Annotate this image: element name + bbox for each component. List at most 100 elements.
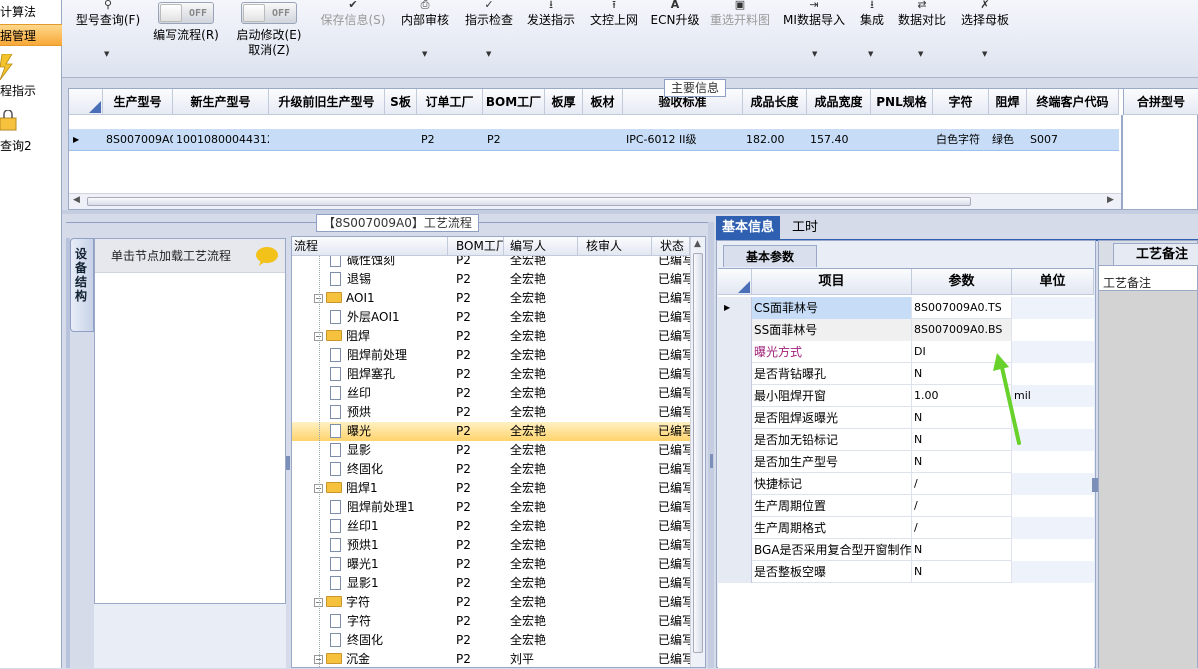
tree-row[interactable]: 曝光 P2 全宏艳 已编写 xyxy=(292,422,690,441)
row-indicator[interactable] xyxy=(718,473,752,495)
param-row[interactable]: SS面菲林号 8S007009A0.BS xyxy=(718,319,1094,341)
tree-row[interactable]: 阻焊塞孔 P2 全宏艳 已编写 xyxy=(292,365,690,384)
tree-row[interactable]: −沉金 P2 刘平 已编写 xyxy=(292,650,690,667)
param-value-field[interactable]: N xyxy=(912,539,1012,561)
tree-node[interactable]: 曝光 xyxy=(292,422,448,441)
notes-textarea[interactable] xyxy=(1099,291,1197,669)
param-value-field[interactable]: / xyxy=(912,517,1012,539)
ecn-upgrade-button[interactable]: A ECN升级 xyxy=(650,0,700,62)
vertical-scrollbar[interactable]: ▲ xyxy=(690,237,705,667)
tree-row[interactable]: −阻焊1 P2 全宏艳 已编写 xyxy=(292,479,690,498)
row-indicator[interactable] xyxy=(718,341,752,363)
tree-node[interactable]: 曝光1 xyxy=(292,555,448,574)
scroll-right-icon[interactable]: ▶ xyxy=(1107,195,1114,205)
tree-row[interactable]: 阻焊前处理 P2 全宏艳 已编写 xyxy=(292,346,690,365)
tree-row[interactable]: 曝光1 P2 全宏艳 已编写 xyxy=(292,555,690,574)
tab-basic-params[interactable]: 基本参数 xyxy=(723,245,817,267)
param-row[interactable]: 曝光方式 DI xyxy=(718,341,1094,363)
tree-node[interactable]: 阻焊前处理 xyxy=(292,346,448,365)
param-row[interactable]: 是否整板空曝 N xyxy=(718,561,1094,583)
column-header[interactable]: 字符 xyxy=(933,89,989,115)
param-row[interactable]: 是否背钻曝孔 N xyxy=(718,363,1094,385)
send-instruction-button[interactable]: ⭳ 发送指示 xyxy=(525,0,577,62)
toggle-switch[interactable]: OFF xyxy=(241,2,297,24)
row-indicator[interactable] xyxy=(718,539,752,561)
tree-row[interactable]: 阻焊前处理1 P2 全宏艳 已编写 xyxy=(292,498,690,517)
side-column-header[interactable]: 合拼型号 xyxy=(1123,89,1198,115)
scrollbar-thumb[interactable] xyxy=(87,197,971,206)
tree-node[interactable]: 显影1 xyxy=(292,574,448,593)
column-header[interactable]: 单位 xyxy=(1012,269,1094,295)
column-header[interactable]: 流程 xyxy=(292,237,448,256)
notes-body[interactable]: 工艺备注 xyxy=(1099,265,1197,669)
param-row[interactable]: 是否加无铅标记 N xyxy=(718,429,1094,451)
param-value-field[interactable]: N xyxy=(912,561,1012,583)
column-header[interactable]: 新生产型号 xyxy=(173,89,269,115)
tree-node[interactable]: − AOI1 xyxy=(292,289,448,308)
tab-basic-info[interactable]: 基本信息 xyxy=(716,216,781,240)
chevron-down-icon[interactable]: ▼ xyxy=(422,50,427,58)
column-header[interactable]: S板 xyxy=(385,89,417,115)
column-header[interactable]: 升级前旧生产型号 xyxy=(269,89,385,115)
column-header[interactable]: BOM工厂 xyxy=(483,89,545,115)
row-indicator[interactable] xyxy=(718,561,752,583)
param-value-field[interactable]: 8S007009A0.BS xyxy=(912,319,1012,341)
row-indicator[interactable] xyxy=(718,429,752,451)
start-modify-toggle[interactable]: OFF 启动修改(E) 取消(Z) xyxy=(234,2,304,64)
tree-node[interactable]: 显影 xyxy=(292,441,448,460)
tree-node[interactable]: 字符 xyxy=(292,612,448,631)
reselect-cut-drawing-button[interactable]: ▣ 重选开料图 xyxy=(708,0,772,62)
tree-node[interactable]: 退锡 xyxy=(292,270,448,289)
tree-node[interactable]: 丝印1 xyxy=(292,517,448,536)
tree-row[interactable]: 外层AOI1 P2 全宏艳 已编写 xyxy=(292,308,690,327)
column-header[interactable]: 成品宽度 xyxy=(807,89,871,115)
splitter-grip[interactable] xyxy=(286,456,290,470)
column-header[interactable]: 编写人 xyxy=(504,237,578,256)
tree-row[interactable]: −阻焊 P2 全宏艳 已编写 xyxy=(292,327,690,346)
tree-node[interactable]: 阻焊塞孔 xyxy=(292,365,448,384)
tree-node[interactable]: − 字符 xyxy=(292,593,448,612)
row-indicator[interactable] xyxy=(718,451,752,473)
tab-equipment-structure[interactable]: 设备结构 xyxy=(70,238,94,332)
tree-row[interactable]: 终固化 P2 全宏艳 已编写 xyxy=(292,460,690,479)
column-header[interactable]: 订单工厂 xyxy=(417,89,483,115)
column-header[interactable]: BOM工厂 xyxy=(448,237,504,256)
tree-row[interactable]: 丝印 P2 全宏艳 已编写 xyxy=(292,384,690,403)
horizontal-scrollbar[interactable]: ◀ ▶ xyxy=(69,193,1121,209)
column-header[interactable]: 板材 xyxy=(583,89,623,115)
tree-row[interactable]: −AOI1 P2 全宏艳 已编写 xyxy=(292,289,690,308)
nav-item-query2[interactable]: 查询2 xyxy=(0,135,62,157)
column-header[interactable]: 板厚 xyxy=(545,89,583,115)
tree-row[interactable]: 预烘 P2 全宏艳 已编写 xyxy=(292,403,690,422)
column-header[interactable]: 成品长度 xyxy=(743,89,807,115)
tab-process-notes[interactable]: 工艺备注 xyxy=(1113,243,1198,265)
column-header[interactable]: 阻焊 xyxy=(989,89,1027,115)
tree-row[interactable]: 丝印1 P2 全宏艳 已编写 xyxy=(292,517,690,536)
chevron-down-icon[interactable]: ▼ xyxy=(104,50,109,58)
column-header[interactable]: 状态 xyxy=(652,237,690,256)
tree-row[interactable]: −字符 P2 全宏艳 已编写 xyxy=(292,593,690,612)
row-indicator[interactable] xyxy=(718,517,752,539)
column-header[interactable]: 终端客户代码 xyxy=(1027,89,1119,115)
chevron-down-icon[interactable]: ▼ xyxy=(486,50,491,58)
row-indicator[interactable]: ▶ xyxy=(718,297,752,319)
nav-item-data-management[interactable]: 据管理 xyxy=(0,24,62,46)
chevron-down-icon[interactable]: ▼ xyxy=(982,50,987,58)
param-value-field[interactable]: / xyxy=(912,473,1012,495)
tree-node[interactable]: 预烘 xyxy=(292,403,448,422)
tree-node[interactable]: − 阻焊 xyxy=(292,327,448,346)
row-indicator[interactable] xyxy=(718,407,752,429)
save-info-button[interactable]: ✔ 保存信息(S) xyxy=(318,0,388,62)
tree-node[interactable]: − 沉金 xyxy=(292,650,448,667)
nav-item-process-instruction[interactable]: 程指示 xyxy=(0,80,62,102)
chevron-down-icon[interactable]: ▼ xyxy=(918,50,923,58)
param-value-field[interactable]: N xyxy=(912,451,1012,473)
param-row[interactable]: 生产周期位置 / xyxy=(718,495,1094,517)
param-row[interactable]: 最小阻焊开窗 1.00 mil xyxy=(718,385,1094,407)
param-value-field[interactable]: / xyxy=(912,495,1012,517)
param-row[interactable]: ▶ CS面菲林号 8S007009A0.TS xyxy=(718,297,1094,319)
write-flow-toggle[interactable]: OFF 编写流程(R) xyxy=(148,2,224,64)
chevron-down-icon[interactable]: ▼ xyxy=(812,50,817,58)
tree-row[interactable]: 字符 P2 全宏艳 已编写 xyxy=(292,612,690,631)
row-indicator[interactable] xyxy=(718,495,752,517)
